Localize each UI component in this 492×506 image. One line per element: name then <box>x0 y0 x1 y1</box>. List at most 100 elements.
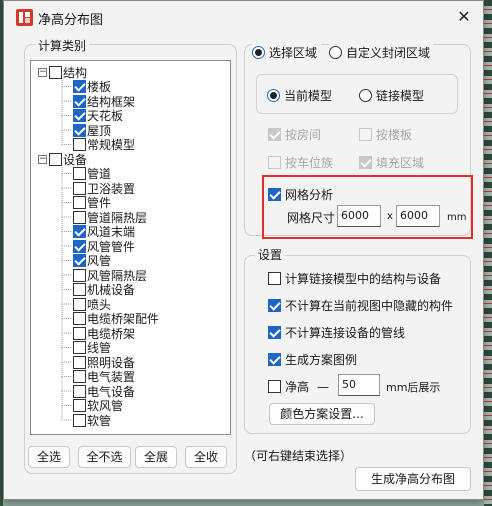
check-fill-region-box <box>359 156 372 169</box>
radio-select-region-indicator[interactable] <box>252 46 265 59</box>
tree-item[interactable]: 软风管 <box>73 399 123 413</box>
radio-current-model[interactable]: 当前模型 <box>267 87 332 104</box>
color-scheme-button[interactable]: 颜色方案设置... <box>269 403 375 425</box>
collapse-toggle-icon[interactable]: − <box>38 67 47 77</box>
clear-height-input[interactable]: 50 <box>338 374 380 396</box>
radio-select-region[interactable]: 选择区域 <box>252 44 322 61</box>
check-calc-linked[interactable]: 计算链接模型中的结构与设备 <box>268 270 441 287</box>
check-grid-analysis-box[interactable] <box>268 188 281 201</box>
grid-size-y-input[interactable]: 6000 <box>396 205 440 227</box>
radio-custom-region[interactable]: 自定义封闭区域 <box>329 44 434 61</box>
tree-item[interactable]: 天花板 <box>73 109 123 123</box>
tree-item-checkbox[interactable] <box>73 254 86 267</box>
check-calc-linked-box[interactable] <box>268 272 281 285</box>
radio-linked-model[interactable]: 链接模型 <box>359 87 424 104</box>
close-icon[interactable]: ✕ <box>453 6 475 28</box>
category-tree[interactable]: − 结构 楼板 结构框架 天花板 屋顶 常规模型 − 设备 管道 卫浴装置 管件 管道隔热层 风道末端 风管… <box>30 60 231 435</box>
tree-item-label: 结构 <box>63 65 88 80</box>
tree-item-checkbox[interactable] <box>73 326 86 340</box>
radio-custom-region-indicator[interactable] <box>329 46 342 59</box>
tree-item-checkbox[interactable] <box>49 152 62 166</box>
tree-item[interactable]: 线管 <box>73 341 111 355</box>
tree-item-checkbox[interactable] <box>73 355 86 369</box>
check-clear-height-box[interactable] <box>268 380 281 393</box>
tree-item-label: 常规模型 <box>87 138 136 152</box>
collapse-toggle-icon[interactable]: − <box>38 154 47 164</box>
grid-size-unit: mm <box>447 212 467 223</box>
tree-item[interactable]: − 设备 <box>38 152 87 167</box>
check-clear-height-dash: — <box>317 379 330 394</box>
tree-item[interactable]: 管道隔热层 <box>73 210 147 225</box>
check-exclude-hidden[interactable]: 不计算在当前视图中隐藏的构件 <box>268 297 453 314</box>
tree-item[interactable]: − 结构 <box>38 65 88 80</box>
check-by-parking-box <box>268 156 281 169</box>
tree-item-checkbox[interactable] <box>73 138 86 151</box>
radio-linked-model-label: 链接模型 <box>376 89 425 103</box>
collapse-all-button[interactable]: 全收 <box>185 446 227 468</box>
tree-item-checkbox[interactable] <box>73 94 86 108</box>
tree-item-checkbox[interactable] <box>73 370 86 383</box>
check-grid-analysis[interactable]: 网格分析 <box>268 186 333 203</box>
tree-item-checkbox[interactable] <box>73 413 86 427</box>
tree-item-checkbox[interactable] <box>73 312 86 325</box>
tree-item-checkbox[interactable] <box>73 239 86 253</box>
tree-item-checkbox[interactable] <box>73 268 86 282</box>
grid-size-x-input[interactable]: 6000 <box>337 205 381 227</box>
window-title: 净高分布图 <box>38 13 104 28</box>
tree-item[interactable]: 楼板 <box>73 80 111 94</box>
tree-item[interactable]: 电缆桥架 <box>73 326 135 341</box>
tree-item[interactable]: 电气设备 <box>73 384 135 399</box>
tree-item-checkbox[interactable] <box>73 80 86 93</box>
select-none-button[interactable]: 全不选 <box>78 446 131 468</box>
tree-item[interactable]: 屋顶 <box>73 123 111 138</box>
check-gen-legend-box[interactable] <box>268 353 281 366</box>
dialog-window: 净高分布图 ✕ 计算类别 − 结构 楼板 结构框架 天花板 屋顶 常规模型 − 设备 管道 卫浴装置… <box>3 0 484 500</box>
tree-item-checkbox[interactable] <box>49 65 62 79</box>
tree-item[interactable]: 常规模型 <box>73 138 135 152</box>
tree-item[interactable]: 风管隔热层 <box>73 268 147 283</box>
check-exclude-connected-pipes[interactable]: 不计算连接设备的管线 <box>268 324 405 341</box>
tree-item[interactable]: 软管 <box>73 413 112 428</box>
tree-item-checkbox[interactable] <box>73 399 86 412</box>
check-gen-legend-label: 生成方案图例 <box>285 353 358 367</box>
tree-item[interactable]: 喷头 <box>73 297 111 312</box>
tree-item-checkbox[interactable] <box>73 123 86 137</box>
tree-item[interactable]: 结构框架 <box>73 94 135 109</box>
generate-button[interactable]: 生成净高分布图 <box>355 467 471 491</box>
tree-item-label: 软管 <box>87 413 112 428</box>
tree-item-checkbox[interactable] <box>73 167 86 180</box>
tree-item-checkbox[interactable] <box>73 196 86 209</box>
radio-linked-model-indicator[interactable] <box>359 89 372 102</box>
check-clear-height[interactable]: 净高 — <box>268 378 343 395</box>
tree-item[interactable]: 电缆桥架配件 <box>73 312 159 326</box>
tree-item-checkbox[interactable] <box>73 181 86 195</box>
check-gen-legend[interactable]: 生成方案图例 <box>268 351 357 368</box>
tree-item-checkbox[interactable] <box>73 109 86 122</box>
check-exclude-connected-pipes-box[interactable] <box>268 326 281 339</box>
tree-item[interactable]: 风道末端 <box>73 225 135 239</box>
tree-item[interactable]: 风管 <box>73 254 111 268</box>
expand-all-button[interactable]: 全展 <box>135 446 177 468</box>
tree-item[interactable]: 卫浴装置 <box>73 181 135 196</box>
select-all-button[interactable]: 全选 <box>28 446 70 468</box>
tree-item-checkbox[interactable] <box>73 297 86 311</box>
tree-item-checkbox[interactable] <box>73 210 86 224</box>
right-click-hint: （可右键结束选择） <box>244 449 353 463</box>
tree-item-checkbox[interactable] <box>73 384 86 398</box>
check-by-floor-box <box>359 128 372 141</box>
tree-item-checkbox[interactable] <box>73 283 86 296</box>
check-exclude-hidden-box[interactable] <box>268 299 281 312</box>
check-by-room: 按房间 <box>268 126 321 143</box>
tree-item[interactable]: 管件 <box>73 196 111 210</box>
check-calc-linked-label: 计算链接模型中的结构与设备 <box>285 272 442 286</box>
tree-item-checkbox[interactable] <box>73 341 86 354</box>
settings-label: 设置 <box>255 246 286 263</box>
tree-item[interactable]: 电气装置 <box>73 370 135 384</box>
tree-item[interactable]: 风管管件 <box>73 239 135 254</box>
app-logo-icon <box>16 9 33 26</box>
tree-item[interactable]: 管道 <box>73 167 111 181</box>
tree-item[interactable]: 机械设备 <box>73 283 135 297</box>
tree-item[interactable]: 照明设备 <box>73 355 135 370</box>
tree-item-checkbox[interactable] <box>73 225 86 238</box>
radio-current-model-indicator[interactable] <box>267 89 280 102</box>
